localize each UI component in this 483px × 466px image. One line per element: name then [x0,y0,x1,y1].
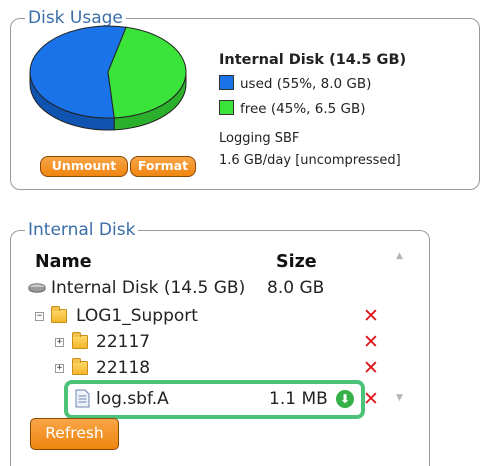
free-label: free (45%, 6.5 GB) [240,101,366,117]
hard-disk-icon [28,283,46,293]
tree-row-disk[interactable]: Internal Disk (14.5 GB) 8.0 GB [0,276,390,300]
collapse-icon[interactable]: − [35,312,44,321]
delete-icon[interactable]: ✕ [363,330,379,354]
disk-usage-pie-chart [29,25,187,131]
logging-label: Logging SBF [219,131,300,146]
folder-icon [72,358,88,375]
unmount-button[interactable]: Unmount [40,156,128,177]
format-button[interactable]: Format [130,156,196,177]
delete-icon[interactable]: ✕ [363,356,379,380]
internal-disk-legend: Internal Disk [25,219,139,241]
used-swatch [219,75,234,90]
column-header-name[interactable]: Name [35,252,92,272]
tree-row-folder[interactable]: + 22118 ✕ [0,356,390,380]
folder-icon [51,306,67,323]
disk-title: Internal Disk (14.5 GB) [219,52,407,68]
folder-name: 22117 [96,332,151,352]
logging-rate: 1.6 GB/day [uncompressed] [219,153,401,168]
disk-row-size: 8.0 GB [267,278,325,298]
tree-row-folder[interactable]: + 22117 ✕ [0,330,390,354]
disk-row-name: Internal Disk (14.5 GB) [51,278,246,298]
scroll-down-icon[interactable]: ▼ [396,393,403,403]
folder-name: 22118 [96,358,151,378]
used-label: used (55%, 8.0 GB) [240,76,372,92]
expand-icon[interactable]: + [55,338,64,347]
folder-icon [72,332,88,349]
column-header-size[interactable]: Size [276,252,317,272]
highlighted-file-row [64,380,365,419]
delete-icon[interactable]: ✕ [363,387,379,411]
legend-free: free (45%, 6.5 GB) [219,100,366,117]
tree-scrollbar[interactable]: ▲ ▼ [393,247,409,407]
refresh-button[interactable]: Refresh [30,418,119,450]
folder-name: LOG1_Support [76,306,198,326]
delete-icon[interactable]: ✕ [363,304,379,328]
expand-icon[interactable]: + [55,364,64,373]
free-swatch [219,100,234,115]
scroll-up-icon[interactable]: ▲ [396,251,403,261]
legend-used: used (55%, 8.0 GB) [219,75,371,92]
tree-row-folder[interactable]: − LOG1_Support ✕ [0,304,390,328]
